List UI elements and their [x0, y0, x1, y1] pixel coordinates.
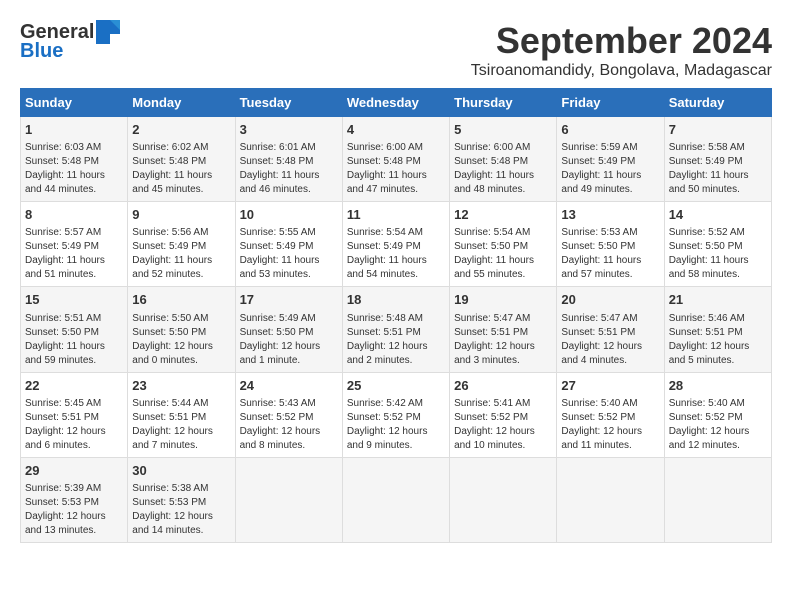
day-cell-19: 19Sunrise: 5:47 AMSunset: 5:51 PMDayligh… [450, 287, 557, 372]
day-number: 15 [25, 291, 123, 309]
day-number: 3 [240, 121, 338, 139]
day-cell-8: 8Sunrise: 5:57 AMSunset: 5:49 PMDaylight… [21, 202, 128, 287]
logo: General Blue [20, 20, 120, 63]
day-cell-29: 29Sunrise: 5:39 AMSunset: 5:53 PMDayligh… [21, 457, 128, 542]
day-cell-22: 22Sunrise: 5:45 AMSunset: 5:51 PMDayligh… [21, 372, 128, 457]
day-number: 20 [561, 291, 659, 309]
day-cell-27: 27Sunrise: 5:40 AMSunset: 5:52 PMDayligh… [557, 372, 664, 457]
day-number: 26 [454, 377, 552, 395]
calendar-week-row: 1Sunrise: 6:03 AMSunset: 5:48 PMDaylight… [21, 117, 772, 202]
day-number: 18 [347, 291, 445, 309]
day-cell-18: 18Sunrise: 5:48 AMSunset: 5:51 PMDayligh… [342, 287, 449, 372]
day-cell-17: 17Sunrise: 5:49 AMSunset: 5:50 PMDayligh… [235, 287, 342, 372]
day-cell-23: 23Sunrise: 5:44 AMSunset: 5:51 PMDayligh… [128, 372, 235, 457]
col-tuesday: Tuesday [235, 89, 342, 117]
day-number: 5 [454, 121, 552, 139]
calendar-week-row: 8Sunrise: 5:57 AMSunset: 5:49 PMDaylight… [21, 202, 772, 287]
day-number: 12 [454, 206, 552, 224]
col-thursday: Thursday [450, 89, 557, 117]
day-cell-10: 10Sunrise: 5:55 AMSunset: 5:49 PMDayligh… [235, 202, 342, 287]
day-number: 6 [561, 121, 659, 139]
day-number: 2 [132, 121, 230, 139]
day-number: 13 [561, 206, 659, 224]
calendar-week-row: 29Sunrise: 5:39 AMSunset: 5:53 PMDayligh… [21, 457, 772, 542]
day-number: 8 [25, 206, 123, 224]
day-cell-21: 21Sunrise: 5:46 AMSunset: 5:51 PMDayligh… [664, 287, 771, 372]
day-number: 16 [132, 291, 230, 309]
day-cell-14: 14Sunrise: 5:52 AMSunset: 5:50 PMDayligh… [664, 202, 771, 287]
day-number: 7 [669, 121, 767, 139]
day-number: 10 [240, 206, 338, 224]
day-number: 29 [25, 462, 123, 480]
day-cell-5: 5Sunrise: 6:00 AMSunset: 5:48 PMDaylight… [450, 117, 557, 202]
month-year-title: September 2024 [471, 20, 772, 62]
col-saturday: Saturday [664, 89, 771, 117]
calendar-table: Sunday Monday Tuesday Wednesday Thursday… [20, 88, 772, 543]
day-cell-4: 4Sunrise: 6:00 AMSunset: 5:48 PMDaylight… [342, 117, 449, 202]
day-number: 1 [25, 121, 123, 139]
col-monday: Monday [128, 89, 235, 117]
day-number: 25 [347, 377, 445, 395]
day-cell-15: 15Sunrise: 5:51 AMSunset: 5:50 PMDayligh… [21, 287, 128, 372]
day-cell-6: 6Sunrise: 5:59 AMSunset: 5:49 PMDaylight… [557, 117, 664, 202]
day-cell-28: 28Sunrise: 5:40 AMSunset: 5:52 PMDayligh… [664, 372, 771, 457]
day-number: 17 [240, 291, 338, 309]
calendar-week-row: 15Sunrise: 5:51 AMSunset: 5:50 PMDayligh… [21, 287, 772, 372]
empty-cell [450, 457, 557, 542]
day-cell-20: 20Sunrise: 5:47 AMSunset: 5:51 PMDayligh… [557, 287, 664, 372]
day-number: 9 [132, 206, 230, 224]
day-cell-30: 30Sunrise: 5:38 AMSunset: 5:53 PMDayligh… [128, 457, 235, 542]
col-sunday: Sunday [21, 89, 128, 117]
day-cell-1: 1Sunrise: 6:03 AMSunset: 5:48 PMDaylight… [21, 117, 128, 202]
day-number: 19 [454, 291, 552, 309]
calendar-week-row: 22Sunrise: 5:45 AMSunset: 5:51 PMDayligh… [21, 372, 772, 457]
day-cell-3: 3Sunrise: 6:01 AMSunset: 5:48 PMDaylight… [235, 117, 342, 202]
empty-cell [235, 457, 342, 542]
day-cell-24: 24Sunrise: 5:43 AMSunset: 5:52 PMDayligh… [235, 372, 342, 457]
col-friday: Friday [557, 89, 664, 117]
day-number: 30 [132, 462, 230, 480]
empty-cell [557, 457, 664, 542]
day-number: 4 [347, 121, 445, 139]
day-cell-9: 9Sunrise: 5:56 AMSunset: 5:49 PMDaylight… [128, 202, 235, 287]
day-number: 23 [132, 377, 230, 395]
day-cell-2: 2Sunrise: 6:02 AMSunset: 5:48 PMDaylight… [128, 117, 235, 202]
calendar-header-row: Sunday Monday Tuesday Wednesday Thursday… [21, 89, 772, 117]
day-cell-26: 26Sunrise: 5:41 AMSunset: 5:52 PMDayligh… [450, 372, 557, 457]
day-number: 14 [669, 206, 767, 224]
day-number: 11 [347, 206, 445, 224]
day-cell-7: 7Sunrise: 5:58 AMSunset: 5:49 PMDaylight… [664, 117, 771, 202]
day-number: 24 [240, 377, 338, 395]
day-number: 27 [561, 377, 659, 395]
empty-cell [664, 457, 771, 542]
day-cell-12: 12Sunrise: 5:54 AMSunset: 5:50 PMDayligh… [450, 202, 557, 287]
col-wednesday: Wednesday [342, 89, 449, 117]
day-cell-16: 16Sunrise: 5:50 AMSunset: 5:50 PMDayligh… [128, 287, 235, 372]
day-number: 21 [669, 291, 767, 309]
day-number: 28 [669, 377, 767, 395]
day-cell-13: 13Sunrise: 5:53 AMSunset: 5:50 PMDayligh… [557, 202, 664, 287]
location-subtitle: Tsiroanomandidy, Bongolava, Madagascar [471, 62, 772, 80]
empty-cell [342, 457, 449, 542]
day-number: 22 [25, 377, 123, 395]
day-cell-11: 11Sunrise: 5:54 AMSunset: 5:49 PMDayligh… [342, 202, 449, 287]
day-cell-25: 25Sunrise: 5:42 AMSunset: 5:52 PMDayligh… [342, 372, 449, 457]
